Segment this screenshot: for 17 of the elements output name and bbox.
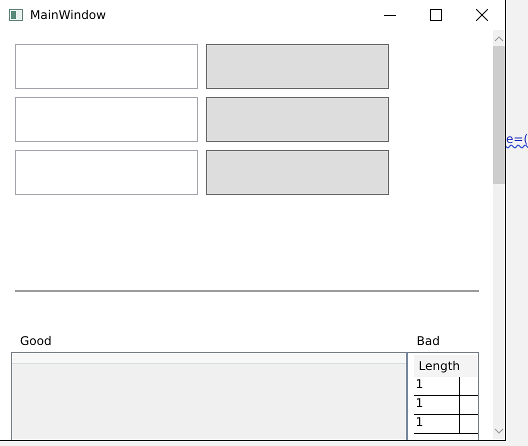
scroll-up-icon[interactable] [494,35,504,43]
table-cell: 1 [414,415,460,434]
input-field[interactable] [15,97,198,142]
maximize-icon [430,9,442,21]
window-icon [9,9,23,21]
table-cell: 1 [414,396,460,415]
code-fragment: e=( [506,132,528,146]
table-cell: 1 [414,377,460,396]
data-grid[interactable] [11,352,408,440]
scrollbar[interactable] [493,30,505,440]
window-title: MainWindow [30,8,106,22]
bad-label: Bad [416,334,441,350]
close-icon [476,9,488,21]
scroll-down-icon[interactable] [494,427,504,435]
good-label: Good [19,334,53,350]
input-field[interactable] [15,44,198,89]
input-field[interactable] [15,150,198,195]
